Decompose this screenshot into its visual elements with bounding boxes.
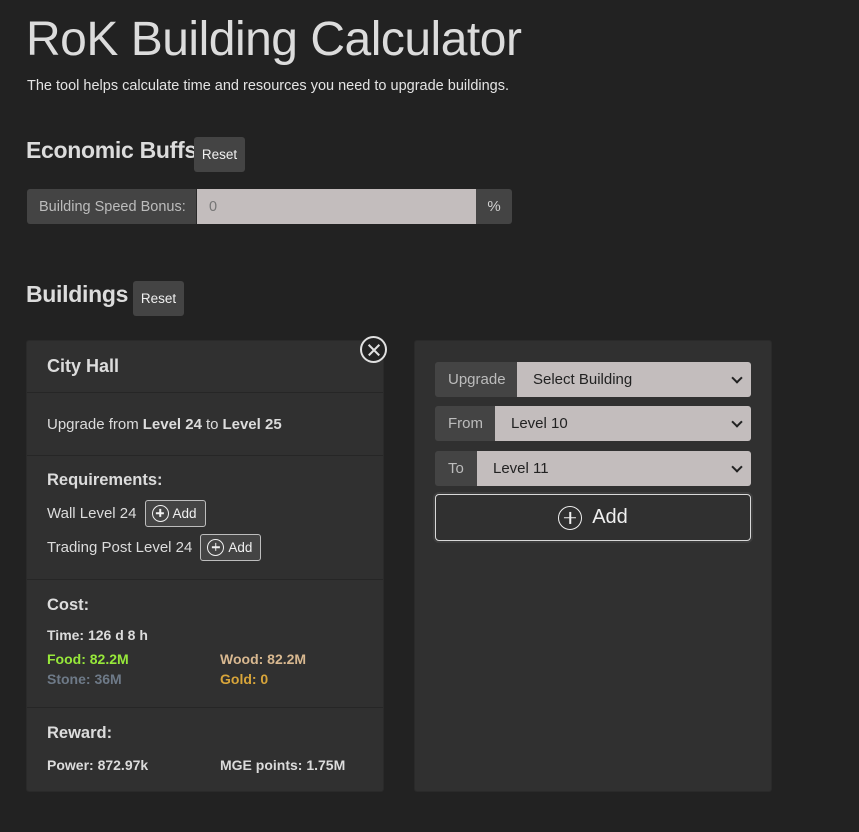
upgrade-building-selected: Select Building — [533, 371, 633, 388]
chevron-down-icon — [731, 415, 743, 428]
cost-stone: Stone: 36M — [47, 671, 122, 687]
from-level-select[interactable]: Level 10 — [495, 406, 751, 441]
add-building-button[interactable]: Add — [435, 494, 751, 541]
from-level-selected: Level 10 — [511, 415, 568, 432]
upgrade-select-group: Upgrade Select Building — [435, 362, 751, 397]
upgrade-building-select[interactable]: Select Building — [517, 362, 751, 397]
building-speed-bonus-label: Building Speed Bonus: — [27, 189, 197, 224]
to-level: Level 25 — [222, 415, 282, 433]
economic-buffs-reset-button[interactable]: Reset — [194, 137, 245, 172]
building-card: City Hall Upgrade from Level 24 to Level… — [26, 340, 384, 792]
cost-time: Time: 126 d 8 h — [47, 627, 148, 643]
add-requirement-button[interactable]: Add — [200, 533, 262, 561]
resource-grid: Food: 82.2M Wood: 82.2M Stone: 36M Gold:… — [47, 651, 363, 687]
requirements-label: Requirements: — [47, 471, 163, 489]
to-select-group: To Level 11 — [435, 451, 751, 486]
requirement-item: Wall Level 24 Add — [47, 496, 363, 530]
page-subtitle: The tool helps calculate time and resour… — [27, 78, 510, 94]
add-requirement-label: Add — [228, 539, 253, 555]
to-level-selected: Level 11 — [493, 460, 549, 477]
buildings-title: Buildings — [26, 281, 129, 307]
cost-label: Cost: — [47, 596, 90, 614]
reward-power: Power: 872.97k — [47, 757, 149, 773]
to-word: to — [205, 415, 219, 433]
cost-gold: Gold: 0 — [220, 671, 269, 687]
percent-suffix: % — [476, 189, 512, 224]
reward-label: Reward: — [47, 724, 113, 742]
page-title: RoK Building Calculator — [26, 13, 522, 66]
add-requirement-button[interactable]: Add — [144, 499, 206, 527]
add-building-label: Add — [592, 506, 628, 528]
reward-grid: Power: 872.97k MGE points: 1.75M — [47, 757, 363, 773]
upgrade-prefix: Upgrade from — [47, 415, 139, 433]
plus-circle-icon — [558, 505, 583, 530]
reward-section: Reward: Power: 872.97k MGE points: 1.75M — [27, 708, 383, 773]
requirement-text: Trading Post Level 24 — [47, 538, 193, 556]
reward-mge-points: MGE points: 1.75M — [220, 757, 346, 773]
plus-circle-icon — [151, 504, 169, 522]
from-select-group: From Level 10 — [435, 406, 751, 441]
requirement-text: Wall Level 24 — [47, 504, 137, 522]
building-speed-bonus-input[interactable] — [197, 189, 476, 224]
building-name: City Hall — [47, 356, 120, 376]
upgrade-summary: Upgrade from Level 24 to Level 25 — [27, 393, 383, 456]
upgrade-label: Upgrade — [435, 362, 517, 397]
building-speed-bonus-group: Building Speed Bonus: % — [27, 189, 512, 224]
building-card-header: City Hall — [27, 341, 383, 393]
to-label: To — [435, 451, 477, 486]
requirement-item: Trading Post Level 24 Add — [47, 530, 363, 564]
buildings-reset-button[interactable]: Reset — [133, 281, 184, 316]
chevron-down-icon — [731, 371, 743, 384]
cost-section: Cost: Time: 126 d 8 h Food: 82.2M Wood: … — [27, 580, 383, 708]
cost-food: Food: 82.2M — [47, 651, 129, 667]
from-label: From — [435, 406, 495, 441]
remove-building-close-icon[interactable] — [360, 336, 387, 363]
plus-circle-icon — [207, 538, 225, 556]
to-level-select[interactable]: Level 11 — [477, 451, 751, 486]
chevron-down-icon — [731, 460, 743, 473]
requirements-section: Requirements: Wall Level 24 Add Trading … — [27, 456, 383, 580]
from-level: Level 24 — [142, 415, 202, 433]
add-requirement-label: Add — [172, 505, 197, 521]
economic-buffs-title: Economic Buffs — [26, 137, 197, 163]
cost-wood: Wood: 82.2M — [220, 651, 307, 667]
